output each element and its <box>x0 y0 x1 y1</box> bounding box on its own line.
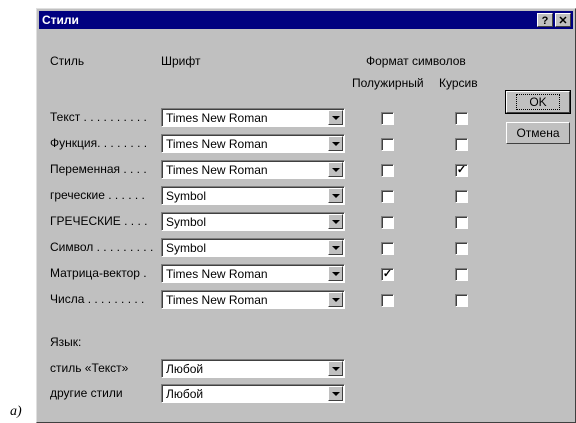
cancel-button[interactable]: Отмена <box>506 122 570 144</box>
style-label-greek-upper: ГРЕЧЕСКИЕ . . . . <box>50 214 148 228</box>
chevron-down-icon[interactable] <box>328 292 343 307</box>
font-select-value: Symbol <box>166 241 207 255</box>
style-label-symbol: Символ . . . . . . . . . <box>50 240 154 254</box>
ok-button[interactable]: OK <box>505 90 571 114</box>
bold-checkbox-matrix-vector[interactable]: ✓ <box>381 268 394 281</box>
language-select-value: Любой <box>166 387 204 401</box>
font-select-text[interactable]: Times New Roman <box>161 108 345 127</box>
header-font: Шрифт <box>161 54 201 68</box>
style-label-text: Текст . . . . . . . . . . <box>50 110 147 124</box>
font-select-value: Times New Roman <box>166 163 268 177</box>
language-text-style-label: стиль «Текст» <box>50 361 129 375</box>
chevron-down-icon[interactable] <box>328 110 343 125</box>
language-text-style-select[interactable]: Любой <box>161 359 345 378</box>
font-select-value: Times New Roman <box>166 137 268 151</box>
language-select-value: Любой <box>166 362 204 376</box>
font-select-greek-lower[interactable]: Symbol <box>161 186 345 205</box>
ok-button-label: OK <box>516 94 560 110</box>
chevron-down-icon[interactable] <box>328 240 343 255</box>
italic-checkbox-function[interactable] <box>455 138 468 151</box>
dialog-title: Стили <box>42 13 79 27</box>
bold-checkbox-greek-lower[interactable] <box>381 190 394 203</box>
style-label-greek-lower: греческие . . . . . . <box>50 188 145 202</box>
header-style: Стиль <box>50 54 85 68</box>
figure-caption: а) <box>10 404 22 419</box>
font-select-value: Symbol <box>166 189 207 203</box>
bold-checkbox-numbers[interactable] <box>381 294 394 307</box>
chevron-down-icon[interactable] <box>328 386 343 401</box>
header-bold: Полужирный <box>352 76 424 90</box>
title-bar: Стили ? ✕ <box>39 11 573 29</box>
font-select-value: Times New Roman <box>166 293 268 307</box>
chevron-down-icon[interactable] <box>328 136 343 151</box>
font-select-variable[interactable]: Times New Roman <box>161 160 345 179</box>
header-format: Формат символов <box>366 54 466 68</box>
header-italic: Курсив <box>439 76 478 90</box>
style-label-function: Функция. . . . . . . . <box>50 136 148 150</box>
bold-checkbox-function[interactable] <box>381 138 394 151</box>
language-heading: Язык: <box>50 335 82 349</box>
italic-checkbox-text[interactable] <box>455 112 468 125</box>
font-select-numbers[interactable]: Times New Roman <box>161 290 345 309</box>
chevron-down-icon[interactable] <box>328 162 343 177</box>
italic-checkbox-variable[interactable]: ✓ <box>455 164 468 177</box>
language-other-label: другие стили <box>50 386 123 400</box>
font-select-greek-upper[interactable]: Symbol <box>161 212 345 231</box>
italic-checkbox-numbers[interactable] <box>455 294 468 307</box>
font-select-value: Times New Roman <box>166 267 268 281</box>
italic-checkbox-symbol[interactable] <box>455 242 468 255</box>
chevron-down-icon[interactable] <box>328 361 343 376</box>
italic-checkbox-matrix-vector[interactable] <box>455 268 468 281</box>
style-label-matrix-vector: Матрица-вектор . <box>50 266 147 280</box>
font-select-symbol[interactable]: Symbol <box>161 238 345 257</box>
font-select-value: Times New Roman <box>166 111 268 125</box>
help-button[interactable]: ? <box>537 13 553 27</box>
bold-checkbox-greek-upper[interactable] <box>381 216 394 229</box>
bold-checkbox-text[interactable] <box>381 112 394 125</box>
italic-checkbox-greek-lower[interactable] <box>455 190 468 203</box>
close-button[interactable]: ✕ <box>555 13 571 27</box>
bold-checkbox-symbol[interactable] <box>381 242 394 255</box>
italic-checkbox-greek-upper[interactable] <box>455 216 468 229</box>
chevron-down-icon[interactable] <box>328 214 343 229</box>
bold-checkbox-variable[interactable] <box>381 164 394 177</box>
styles-dialog: Стили ? ✕ Стиль Шрифт Формат символов По… <box>36 8 576 423</box>
font-select-value: Symbol <box>166 215 207 229</box>
chevron-down-icon[interactable] <box>328 188 343 203</box>
font-select-function[interactable]: Times New Roman <box>161 134 345 153</box>
chevron-down-icon[interactable] <box>328 266 343 281</box>
style-label-variable: Переменная . . . . <box>50 162 147 176</box>
style-label-numbers: Числа . . . . . . . . . <box>50 292 145 306</box>
font-select-matrix-vector[interactable]: Times New Roman <box>161 264 345 283</box>
language-other-select[interactable]: Любой <box>161 384 345 403</box>
